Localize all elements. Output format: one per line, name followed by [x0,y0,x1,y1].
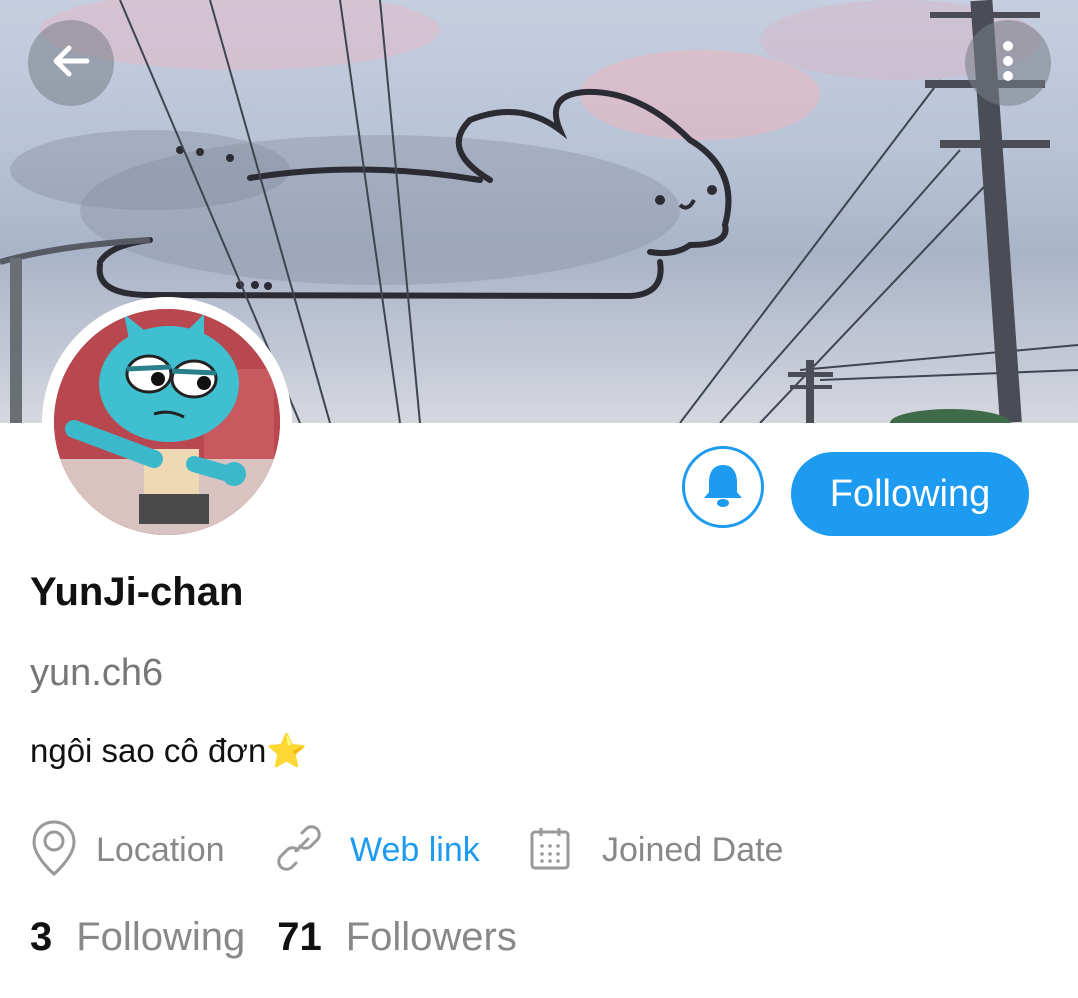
followers-label[interactable]: Followers [346,915,517,960]
calendar-icon [530,826,570,875]
joined-date-item: Joined Date [530,820,783,880]
follow-stats: 3 Following 71 Followers [30,915,549,960]
location-item: Location [30,819,225,882]
notification-bell-button[interactable] [682,446,764,528]
display-name: YunJi-chan [30,570,244,614]
location-label: Location [96,830,225,869]
location-pin-icon [30,819,78,882]
avatar[interactable] [42,297,292,547]
avatar-image [54,309,280,535]
back-button[interactable] [28,20,114,106]
profile-bio: ngôi sao cô đơn⭐ [30,732,308,769]
arrow-left-icon [49,39,93,88]
following-label[interactable]: Following [76,915,245,960]
bell-icon [702,462,744,513]
more-vertical-icon [1001,39,1015,88]
following-button[interactable]: Following [791,452,1029,536]
following-count[interactable]: 3 [30,915,52,960]
more-options-button[interactable] [965,20,1051,106]
joined-date-label: Joined Date [602,830,784,869]
web-link-item[interactable]: Web link [276,820,480,880]
username-handle: yun.ch6 [30,652,164,694]
web-link[interactable]: Web link [350,831,480,870]
link-icon [276,824,322,876]
followers-count[interactable]: 71 [277,915,322,960]
